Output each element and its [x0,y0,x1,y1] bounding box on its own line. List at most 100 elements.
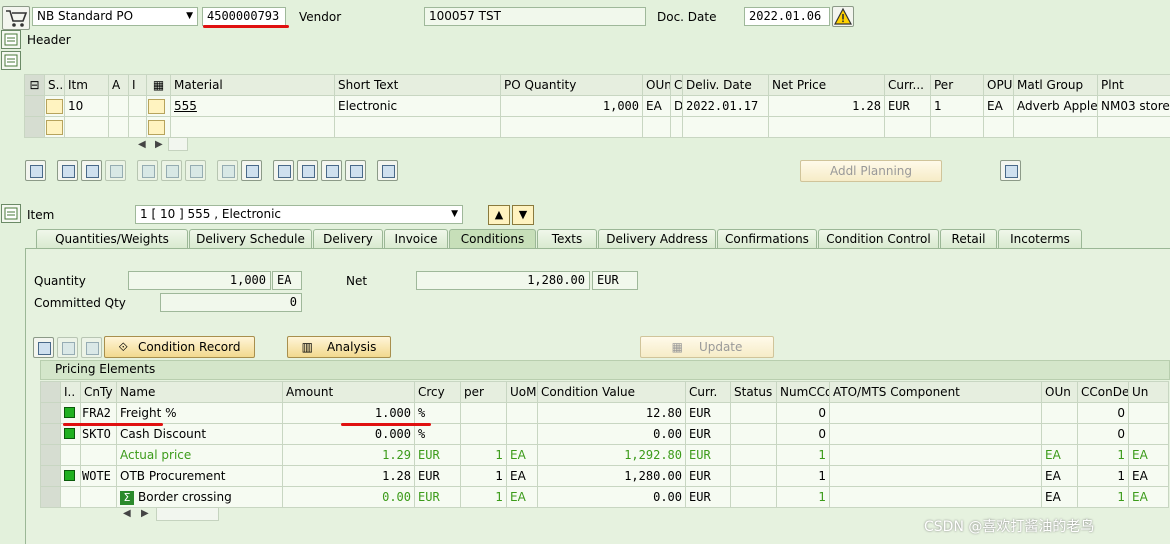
addl-planning-button[interactable]: Addl Planning [800,160,942,182]
cell-un[interactable]: EA [1128,444,1169,466]
col-header[interactable]: Itm [64,74,109,96]
po-type-select[interactable]: NB Standard PO ▼ [32,7,198,26]
table-row[interactable]: WOTE OTB Procurement 1.28 EUR 1 EA 1,280… [40,465,1169,487]
cell-condition-value[interactable]: 0.00 [537,486,686,508]
cell-per[interactable]: 1 [460,444,507,466]
cell-numcco[interactable]: 1 [776,486,830,508]
cell-crcy[interactable]: EUR [414,444,461,466]
col-header[interactable]: Status [730,381,777,403]
cell-short-text[interactable]: Electronic [334,95,501,117]
cell-status[interactable] [730,486,777,508]
tab-delivery-address[interactable]: Delivery Address [598,229,716,248]
col-header[interactable]: Un [1128,381,1169,403]
configure-icon[interactable] [377,160,398,181]
col-header[interactable]: Curr. [685,381,731,403]
row-selector[interactable] [40,444,61,466]
cell-net-price[interactable]: 1.28 [768,95,885,117]
select-all-icon[interactable] [241,160,262,181]
cell-ccon[interactable]: 0 [1077,423,1129,445]
tab-delivery[interactable]: Delivery [313,229,383,248]
cell-status[interactable] [730,465,777,487]
col-header[interactable]: OUn [1041,381,1078,403]
cell-un[interactable]: EA [1128,486,1169,508]
sort-desc-icon[interactable] [297,160,318,181]
material-f4-help[interactable] [146,95,171,117]
tab-condition-control[interactable]: Condition Control [818,229,939,248]
col-header[interactable]: Condition Value [537,381,686,403]
col-header[interactable]: Curr... [884,74,931,96]
analysis-button[interactable]: ▥ Analysis [287,336,391,358]
cell-curr[interactable]: EUR [685,402,731,424]
insert-row-icon[interactable] [57,337,78,358]
cell-ccon[interactable]: 1 [1077,465,1129,487]
item-select[interactable]: 1 [ 10 ] 555 , Electronic ▼ [135,205,463,224]
cell-status[interactable] [730,402,777,424]
table-row[interactable]: Σ Border crossing 0.00 EUR 1 EA 0.00 EUR … [40,486,1169,508]
scroll-left-icon[interactable]: ◀ [138,139,146,150]
copy-icon[interactable] [217,160,238,181]
cell-curr[interactable]: EUR [685,465,731,487]
quantity-unit-field[interactable]: EA [272,271,302,290]
cell-uom[interactable]: EA [506,444,538,466]
col-header[interactable]: Short Text [334,74,501,96]
sort-icon[interactable] [273,160,294,181]
cell-crcy[interactable]: % [414,423,461,445]
table-row[interactable]: SKTO Cash Discount 0.000 % 0.00 EUR 0 0 [40,423,1169,445]
cell-name[interactable]: Freight % [116,402,283,424]
cell-un[interactable] [1128,423,1169,445]
cell-amount[interactable]: 0.000 [282,423,415,445]
cell-numcco[interactable]: 0 [776,402,830,424]
tab-incoterms[interactable]: Incoterms [998,229,1082,248]
col-header[interactable]: I.. [60,381,81,403]
scroll-left-icon[interactable]: ◀ [123,508,131,519]
insert-row-icon[interactable] [105,160,126,181]
col-header[interactable]: Per [930,74,984,96]
cell-per[interactable]: 1 [930,95,984,117]
cell-condition-value[interactable]: 0.00 [537,423,686,445]
cell-cnty[interactable] [80,444,117,466]
tab-conditions[interactable]: Conditions [449,229,536,248]
copy-row-icon[interactable] [81,160,102,181]
cell-a[interactable] [108,95,129,117]
currency-icon[interactable] [1000,160,1021,181]
vendor-field[interactable]: 100057 TST [424,7,646,26]
row-selector[interactable] [40,465,61,487]
cell-name[interactable]: OTB Procurement [116,465,283,487]
cell-condition-value[interactable]: 12.80 [537,402,686,424]
quantity-field[interactable]: 1,000 [128,271,271,290]
cell-crcy[interactable]: % [414,402,461,424]
cell-ato[interactable] [829,423,1042,445]
filter-icon[interactable] [321,160,342,181]
cell-ato[interactable] [829,444,1042,466]
cell-ccon[interactable]: 1 [1077,486,1129,508]
cell-material[interactable]: 555 [170,95,335,117]
next-item-button[interactable]: ▼ [512,205,534,225]
tab-retail[interactable]: Retail [940,229,997,248]
cell-numcco[interactable]: 1 [776,444,830,466]
cell-crcy[interactable]: EUR [414,486,461,508]
col-header[interactable]: Amount [282,381,415,403]
table-row[interactable]: Actual price 1.29 EUR 1 EA 1,292.80 EUR … [40,444,1169,466]
cell-status[interactable] [730,423,777,445]
cell-condition-value[interactable]: 1,280.00 [537,465,686,487]
delete-row-icon[interactable] [81,337,102,358]
cell-un[interactable] [1128,402,1169,424]
cell-per[interactable]: 1 [460,465,507,487]
delete-icon[interactable] [137,160,158,181]
col-header[interactable]: C [670,74,683,96]
cell-curr[interactable]: EUR [685,444,731,466]
cell-name[interactable]: Σ Border crossing [116,486,283,508]
cell-crcy[interactable]: EUR [414,465,461,487]
cell-oun[interactable]: EA [1041,465,1078,487]
unlock-icon[interactable] [185,160,206,181]
cell-uom[interactable] [506,423,538,445]
cell-amount[interactable]: 1.28 [282,465,415,487]
col-header[interactable]: Plnt [1097,74,1170,96]
cell-ato[interactable] [829,465,1042,487]
tab-quantities-weights[interactable]: Quantities/Weights [36,229,188,248]
tab-texts[interactable]: Texts [537,229,597,248]
row-selector[interactable] [24,116,45,138]
table-row[interactable] [24,116,1170,138]
cell-i[interactable] [128,95,147,117]
po-number-field[interactable]: 4500000793 [202,7,286,26]
